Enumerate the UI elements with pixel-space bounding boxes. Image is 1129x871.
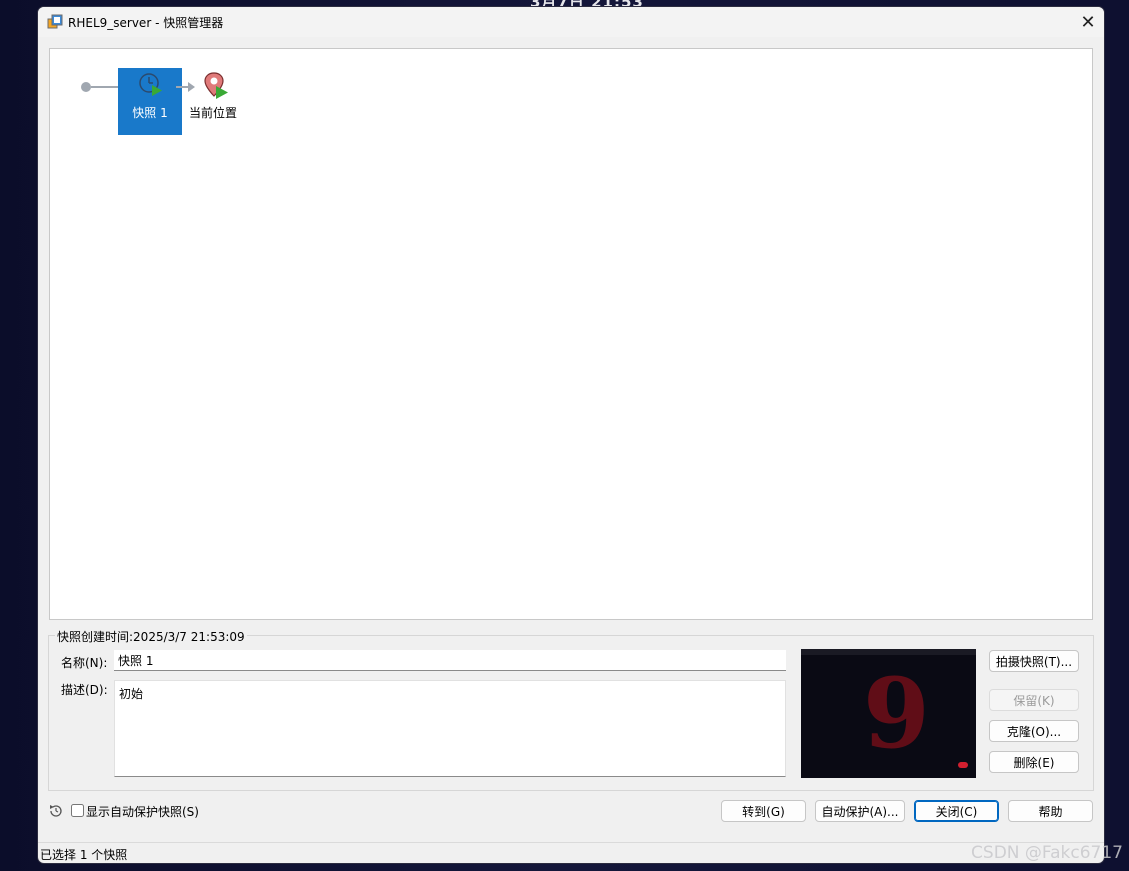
current-position-label: 当前位置 [189,106,238,120]
close-window-button[interactable]: ✕ [1072,7,1104,37]
goto-button[interactable]: 转到(G) [721,800,806,822]
vmware-app-icon [47,14,63,29]
show-autoprotect-label[interactable]: 显示自动保护快照(S) [86,803,199,820]
name-label: 名称(N): [61,656,108,670]
history-icon [50,805,62,817]
snapshot-tree[interactable]: 快照 1 当前位置 [49,48,1093,620]
clone-button[interactable]: 克隆(O)... [989,720,1079,742]
status-bar: 已选择 1 个快照 [38,842,1104,863]
tree-arrow [188,82,195,92]
title-bar: RHEL9_server - 快照管理器 ✕ [38,7,1104,37]
close-button[interactable]: 关闭(C) [914,800,999,822]
snapshot-node[interactable]: 快照 1 [118,68,182,135]
help-button[interactable]: 帮助 [1008,800,1093,822]
location-pin-play-icon[interactable] [202,71,230,101]
snapshot-node-label: 快照 1 [132,106,168,120]
show-autoprotect-checkbox[interactable] [71,804,84,817]
description-label: 描述(D): [61,683,108,697]
preview-rhel9-graphic: 9 [863,657,930,770]
window-title: RHEL9_server - 快照管理器 [68,16,224,30]
clock-play-icon [139,73,162,96]
tree-root-dot [81,82,91,92]
snapshot-preview-thumbnail: 9 [801,649,976,778]
status-text: 已选择 1 个快照 [40,848,128,862]
snapshot-created-time: 快照创建时间:2025/3/7 21:53:09 [55,628,247,645]
name-input[interactable] [114,650,786,671]
keep-button[interactable]: 保留(K) [989,689,1079,711]
snapshot-manager-window: RHEL9_server - 快照管理器 ✕ 快照 1 当前位置 快照创建时间:… [38,7,1104,863]
autoprotect-button[interactable]: 自动保护(A)... [815,800,905,822]
take-snapshot-button[interactable]: 拍摄快照(T)... [989,650,1079,672]
watermark: CSDN @Fakc6717 [971,843,1123,863]
preview-topbar [801,649,976,655]
delete-button[interactable]: 删除(E) [989,751,1079,773]
preview-redhat-logo [958,762,968,768]
description-textarea[interactable]: 初始 [114,680,786,777]
